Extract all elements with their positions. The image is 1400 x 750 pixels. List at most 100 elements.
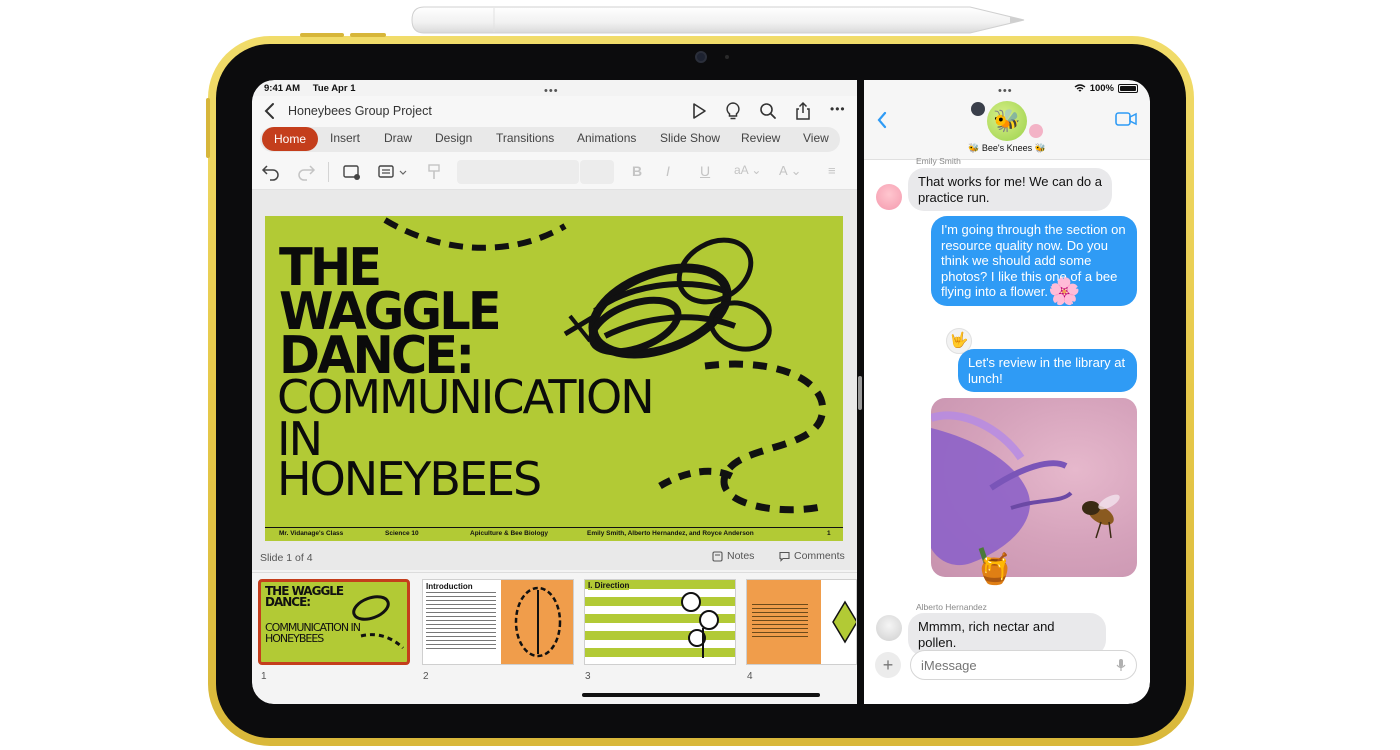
thumbnail-flower [681,592,719,658]
current-slide[interactable]: THE WAGGLE DANCE: COMMUNICATION IN HONEY… [265,216,843,541]
slide-thumbnail[interactable]: I. Direction [584,579,736,665]
microphone-icon[interactable] [1116,658,1126,672]
wifi-icon [1074,84,1086,92]
thumbnail-number: 3 [585,671,591,682]
group-name[interactable]: 🐝 Bee's Knees 🐝 [864,143,1150,154]
apple-pencil [411,6,1025,34]
status-date: Tue Apr 1 [312,83,356,94]
chevron-down-icon[interactable] [399,170,407,176]
message-sender: Alberto Hernandez [916,602,987,612]
font-color-icon[interactable]: A ⌄ [779,163,801,179]
tab-insert[interactable]: Insert [330,131,360,145]
format-painter-icon[interactable] [424,162,444,182]
tab-review[interactable]: Review [741,131,780,145]
status-bar-left: 9:41 AM Tue Apr 1 [264,83,365,94]
front-camera [695,51,707,63]
slide-thumbnail[interactable]: THE WAGGLE DANCE: COMMUNICATION IN HONEY… [258,579,410,665]
underline-icon[interactable]: U [700,163,710,179]
slide-thumbnails: THE WAGGLE DANCE: COMMUNICATION IN HONEY… [252,572,857,704]
comments-icon [779,551,790,562]
layout-icon[interactable] [377,162,397,182]
thumbnail-number: 2 [423,671,429,682]
formatting-toolbar: B I U aA ⌄ A ⌄ ≡ [252,154,857,190]
thumbnail-waggle-path [514,586,562,658]
slide-footer: Mr. Vidanage's Class Science 10 Apicultu… [265,527,843,541]
italic-icon[interactable]: I [666,163,670,179]
top-button [300,33,344,37]
thumbnail-number: 1 [261,671,267,682]
bold-icon[interactable]: B [632,163,642,179]
tab-animations[interactable]: Animations [577,131,636,145]
imessage-input[interactable] [910,650,1137,680]
back-chevron-icon[interactable] [876,110,888,130]
slide-thumbnail[interactable]: Introduction [422,579,574,665]
volume-button [206,98,210,158]
document-title[interactable]: Honeybees Group Project [288,104,432,118]
new-slide-icon[interactable] [342,162,362,182]
tab-slide-show[interactable]: Slide Show [660,131,720,145]
thumbnail-orange-panel [501,580,573,664]
plus-icon[interactable]: + [875,652,901,678]
document-titlebar: Honeybees Group Project ••• [252,96,857,126]
font-size-icon[interactable]: aA ⌄ [734,163,761,177]
back-chevron-icon[interactable] [262,101,278,121]
more-icon[interactable]: ••• [830,102,846,116]
thumbnail-number: 4 [747,671,753,682]
lightbulb-icon[interactable] [723,101,743,121]
tab-draw[interactable]: Draw [384,131,412,145]
thumbnail-text-lines [426,592,496,652]
comments-label: Comments [794,550,845,562]
slide-indicator: Slide 1 of 4 [260,552,313,564]
avatar[interactable] [876,615,902,641]
battery-icon [1118,84,1138,93]
thumbnail-text-lines [752,604,808,638]
slide-thumbnail[interactable] [746,579,857,665]
flower-bee-photo [931,411,1120,577]
notes-label: Notes [727,550,755,562]
multitasking-dots-icon[interactable]: ••• [998,85,1013,97]
message-bubble-outgoing[interactable]: I'm going through the section on resourc… [931,216,1137,306]
split-view-divider[interactable] [858,376,862,410]
thumbnail-title: I. Direction [588,581,630,590]
ipad-screen: 9:41 AM Tue Apr 1 ••• Honeybees Group Pr… [252,80,1150,704]
tab-view[interactable]: View [803,131,829,145]
slide-subtitle-line: HONEYBEES [277,452,542,506]
thumbnail-bee [352,595,405,650]
message-bubble-outgoing[interactable]: Let's review in the library at lunch! [958,349,1137,392]
message-bubble-incoming[interactable]: That works for me! We can do a practice … [908,168,1112,211]
font-size-field[interactable] [580,160,614,184]
bee-icon: 🐝 [993,108,1021,133]
search-icon[interactable] [758,101,778,121]
thumbnail-diagram [832,600,856,644]
footer-class: Mr. Vidanage's Class [279,530,344,537]
font-name-field[interactable] [457,160,579,184]
tab-home[interactable]: Home [262,127,319,151]
footer-authors: Emily Smith, Alberto Hernandez, and Royc… [587,530,754,537]
group-avatar[interactable]: 🐝 [987,101,1027,141]
thumbnail-orange-panel [747,580,821,664]
avatar[interactable] [876,184,902,210]
ribbon-tabs: Home Insert Draw Design Transitions Anim… [252,126,857,154]
flower-sticker[interactable]: 🌸 [1048,276,1080,307]
conversation-header: ••• 100% 🐝 🐝 Bee's Knees 🐝 [864,80,1150,160]
honey-sticker[interactable]: 🍯 [976,552,1013,587]
share-icon[interactable] [793,101,813,121]
comments-button[interactable]: Comments [779,550,845,562]
redo-icon[interactable] [296,162,316,182]
toolbar-divider [328,162,329,182]
home-indicator[interactable] [582,693,820,697]
sensor-dot [725,55,729,59]
top-button [350,33,386,37]
undo-icon[interactable] [261,162,281,182]
tab-design[interactable]: Design [435,131,472,145]
video-call-icon[interactable] [1115,111,1137,127]
bullets-icon[interactable]: ≡ [828,163,836,178]
play-icon[interactable] [689,101,709,121]
footer-page: 1 [827,530,831,537]
footer-course: Science 10 [385,530,419,537]
footer-topic: Apiculture & Bee Biology [470,530,549,537]
notes-button[interactable]: Notes [712,550,754,562]
tab-transitions[interactable]: Transitions [496,131,554,145]
messages-app: ••• 100% 🐝 🐝 Bee's Knees 🐝 Emily Smith T… [864,80,1150,704]
shared-photo[interactable] [931,398,1137,577]
